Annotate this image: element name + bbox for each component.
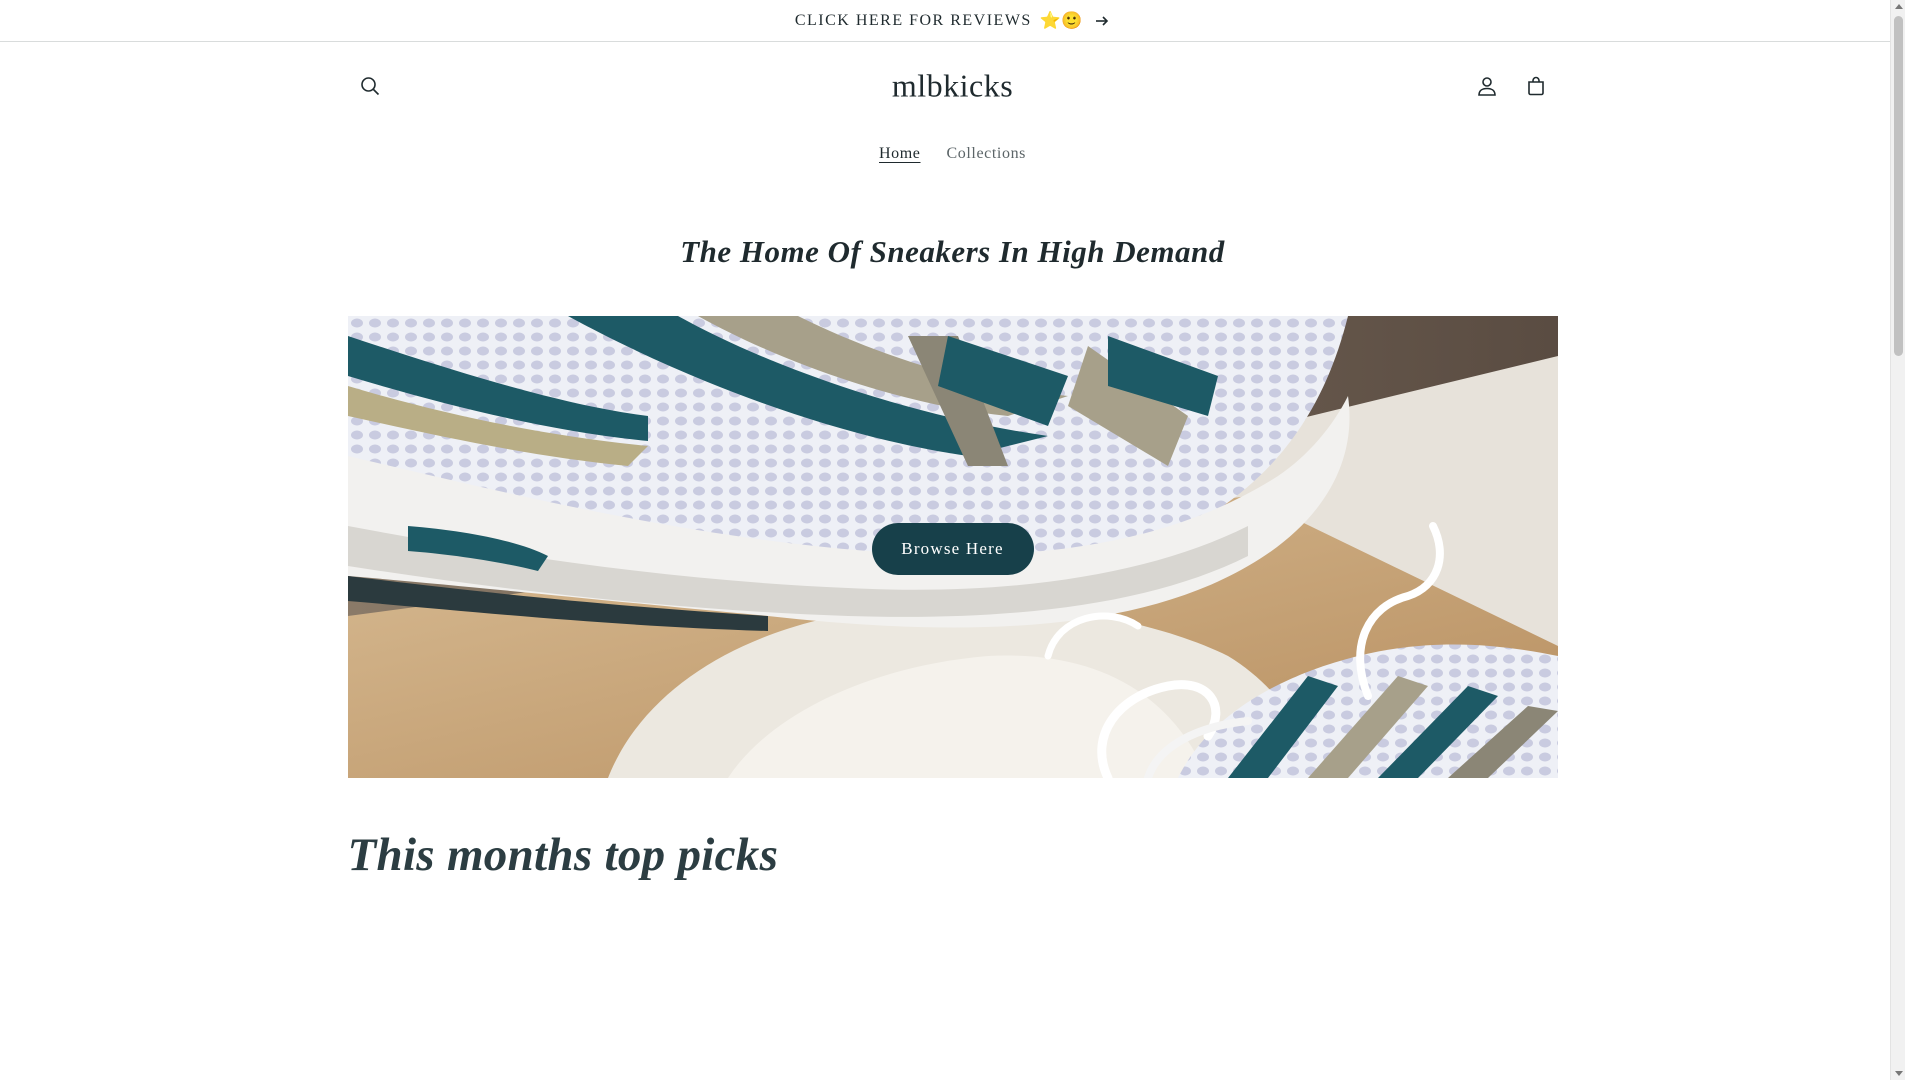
- scrollbar-thumb[interactable]: [1894, 16, 1903, 356]
- hero-tagline: The Home Of Sneakers In High Demand: [680, 234, 1225, 269]
- page-scrollbar[interactable]: [1890, 0, 1905, 1080]
- top-picks-heading: This months top picks: [347, 829, 779, 881]
- arrow-right-icon: [1096, 15, 1109, 26]
- nav-item-home[interactable]: Home: [879, 145, 921, 163]
- account-icon: [1477, 77, 1496, 96]
- account-button[interactable]: [1465, 64, 1509, 108]
- site-header: mlbkicks: [348, 42, 1558, 130]
- cart-button[interactable]: [1514, 64, 1558, 108]
- reviews-link[interactable]: CLICK HERE FOR REVIEWS ⭐🙂: [795, 11, 1110, 31]
- scroll-up-icon[interactable]: [1895, 4, 1903, 9]
- search-icon: [360, 77, 379, 96]
- site-logo[interactable]: mlbkicks: [892, 68, 1013, 105]
- star-smile-emoji: ⭐🙂: [1039, 10, 1083, 31]
- announcement-bar: CLICK HERE FOR REVIEWS ⭐🙂: [0, 0, 1905, 42]
- nav-item-collections[interactable]: Collections: [947, 145, 1026, 163]
- cart-icon: [1527, 76, 1544, 96]
- search-button[interactable]: [348, 64, 392, 108]
- page: CLICK HERE FOR REVIEWS ⭐🙂 mlbkicks Home …: [0, 0, 1905, 1080]
- announcement-text: CLICK HERE FOR REVIEWS: [794, 11, 1032, 29]
- browse-button[interactable]: Browse Here: [871, 523, 1034, 575]
- main-nav: Home Collections: [0, 130, 1905, 178]
- scroll-down-icon[interactable]: [1895, 1071, 1903, 1076]
- hero-banner: Browse Here: [347, 316, 1558, 778]
